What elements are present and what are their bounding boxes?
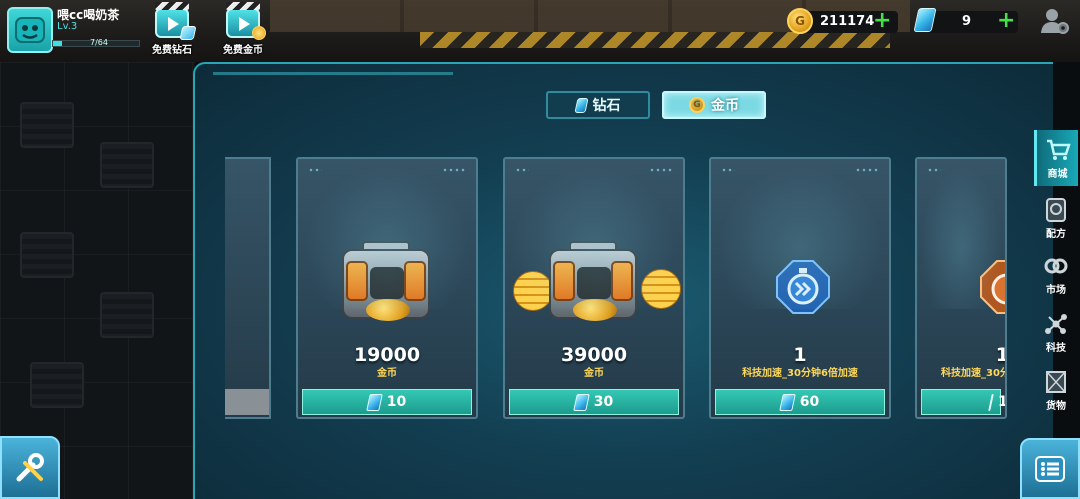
nav-cargo[interactable]: 货物 (1034, 362, 1078, 418)
market-icon (1044, 258, 1068, 273)
wall-vent (100, 142, 154, 188)
card-subtitle: 科技加速_30分钟6倍加速 (742, 368, 858, 379)
tab-gems[interactable]: 钻石 (546, 91, 650, 119)
gold-chest-icon (336, 239, 436, 331)
price-value: 60 (799, 394, 820, 410)
buy-button[interactable]: 30 (509, 389, 679, 415)
add-gems-button[interactable]: + (997, 10, 1015, 32)
coin-pile-icon (513, 271, 553, 311)
list-menu-icon (1035, 455, 1065, 482)
free-coins-video-button[interactable]: 免费金币 (215, 2, 271, 60)
coin-pile-icon (641, 269, 681, 309)
robot-face-icon (15, 17, 45, 43)
user-settings-icon[interactable] (1040, 6, 1070, 36)
nav-shop-label: 商城 (1047, 168, 1068, 180)
player-level: Lv.3 (57, 21, 78, 32)
price-value: 10 (386, 394, 407, 410)
card-subtitle: 金币 (584, 368, 604, 379)
free-gems-video-button[interactable]: 免费钻石 (144, 2, 200, 60)
price-value: 30 (593, 394, 614, 410)
video-coin-icon (226, 2, 266, 40)
coin-icon: G (787, 8, 813, 34)
card-amount: 19000 (353, 344, 421, 366)
speed-up-icon-bronze (980, 260, 1005, 314)
gem-icon (988, 393, 994, 411)
gold-value: 211174 (820, 14, 875, 29)
card-subtitle: 科技加速_30分 (941, 368, 1007, 379)
cart-icon (1046, 139, 1071, 160)
tab-coins-label: 金币 (711, 98, 739, 114)
free-coins-label: 免费金币 (223, 45, 263, 56)
wall-vent (30, 362, 84, 408)
xp-text: 7/64 (90, 38, 108, 47)
speed-up-icon (776, 260, 830, 314)
nav-recipe-label: 配方 (1046, 228, 1066, 240)
shop-card[interactable]: 19000 金币 10 (296, 157, 478, 419)
nav-recipe[interactable]: 配方 (1034, 190, 1078, 246)
shop-card-partial[interactable]: 1 科技加速_30分 1 (915, 157, 1007, 419)
background-wall (0, 62, 195, 499)
menu-button[interactable] (1020, 438, 1080, 499)
nav-market-label: 市场 (1046, 284, 1066, 296)
card-amount: 1 (793, 344, 807, 366)
cargo-icon (1046, 370, 1066, 393)
nav-tech[interactable]: 科技 (1034, 304, 1078, 360)
side-nav: 商城 配方 市场 科技 货物 (1034, 126, 1080, 426)
xp-fill (53, 41, 63, 46)
gem-icon (573, 97, 589, 113)
price-button-disabled (225, 389, 269, 415)
video-gem-icon (155, 2, 197, 40)
avatar[interactable] (7, 7, 53, 53)
gem-value: 9 (962, 14, 972, 29)
wrench-screwdriver-icon (16, 452, 44, 481)
shop-card-partial[interactable] (225, 157, 271, 419)
wall-vent (20, 102, 74, 148)
nav-tech-label: 科技 (1046, 342, 1066, 354)
coin-icon: G (689, 97, 705, 113)
card-subtitle: 金币 (377, 368, 397, 379)
gem-icon (365, 393, 383, 411)
shop-card[interactable]: 39000 金币 30 (503, 157, 685, 419)
nav-shop[interactable]: 商城 (1034, 130, 1078, 186)
gem-icon (778, 393, 796, 411)
recipe-icon (1046, 197, 1066, 222)
buy-button[interactable]: 60 (715, 389, 885, 415)
tech-icon (1045, 313, 1067, 334)
gold-chest-large-icon (543, 239, 643, 331)
buy-button[interactable]: 10 (302, 389, 472, 415)
hazard-stripe (420, 32, 890, 48)
card-amount: 1 (917, 344, 1005, 366)
free-gems-label: 免费钻石 (152, 45, 192, 56)
buy-button[interactable]: 1 (921, 389, 1005, 415)
wall-vent (100, 292, 154, 338)
nav-cargo-label: 货物 (1046, 400, 1066, 412)
gem-icon (572, 393, 590, 411)
price-value: 1 (998, 394, 1007, 410)
tab-coins[interactable]: G 金币 (662, 91, 766, 119)
tab-gems-label: 钻石 (592, 98, 621, 114)
wall-vent (20, 232, 74, 278)
add-gold-button[interactable]: + (873, 10, 891, 32)
nav-market[interactable]: 市场 (1034, 246, 1078, 302)
shop-card[interactable]: 1 科技加速_30分钟6倍加速 60 (709, 157, 891, 419)
card-amount: 39000 (560, 344, 628, 366)
tools-button[interactable] (0, 436, 60, 499)
